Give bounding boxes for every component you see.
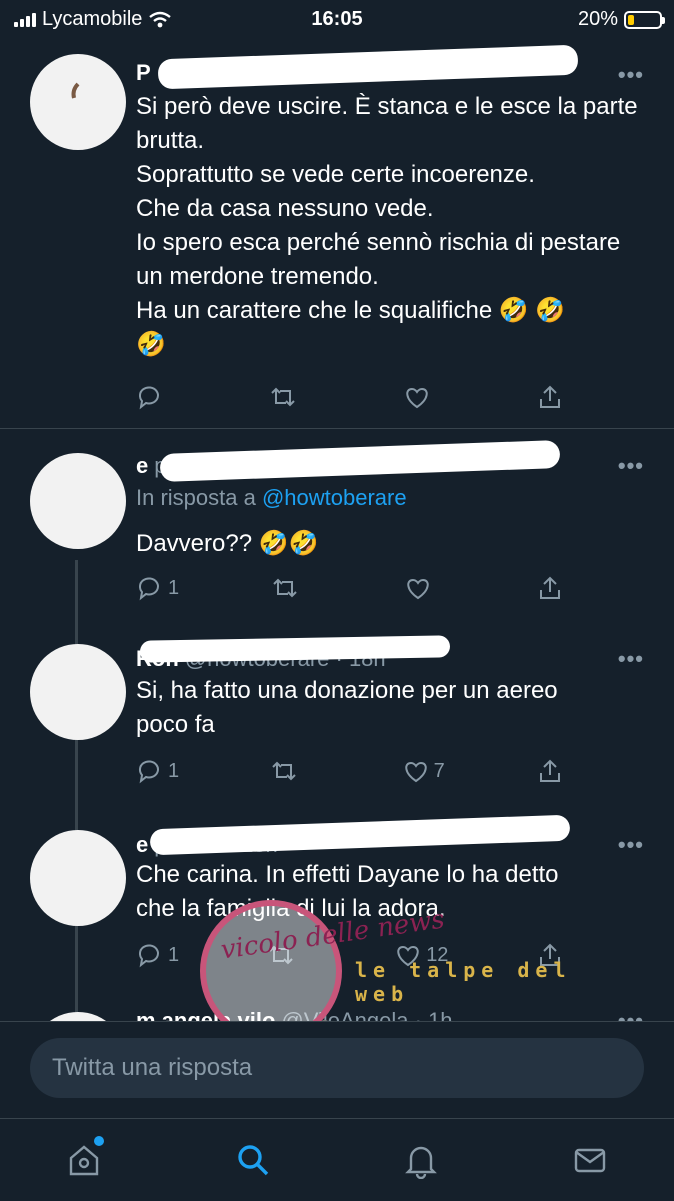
- tab-notifications[interactable]: [391, 1130, 451, 1190]
- redaction-scribble: [157, 44, 579, 90]
- redaction-scribble: [159, 440, 561, 482]
- tweet-2[interactable]: eputa84 ••• In risposta a @howtoberare D…: [0, 429, 674, 629]
- like-button[interactable]: 7: [402, 757, 445, 785]
- like-button[interactable]: [403, 383, 443, 411]
- tweet-text: Si, ha fatto una donazione per un aereo …: [136, 677, 558, 738]
- reply-button[interactable]: 1: [136, 941, 179, 969]
- tab-search[interactable]: [223, 1130, 283, 1190]
- reply-composer: Twitta una risposta: [0, 1021, 674, 1118]
- battery-icon: [624, 10, 665, 29]
- more-options-button[interactable]: •••: [618, 646, 644, 672]
- reply-context: In risposta a @howtoberare: [136, 485, 407, 510]
- battery-status: 20%: [577, 8, 665, 31]
- tweet-actions: 1: [136, 573, 576, 603]
- more-options-button[interactable]: •••: [618, 453, 644, 479]
- avatar[interactable]: [30, 453, 126, 549]
- share-icon: [539, 576, 560, 599]
- share-icon: [539, 385, 560, 408]
- share-button[interactable]: [536, 574, 576, 602]
- tweet-text: Che carina. In effetti Dayane lo ha dett…: [136, 861, 559, 922]
- mail-icon: [574, 1148, 605, 1173]
- bell-icon: [405, 1146, 438, 1179]
- retweet-icon: [272, 761, 297, 781]
- avatar[interactable]: [30, 54, 126, 150]
- like-button[interactable]: 12: [394, 941, 448, 969]
- share-icon: [540, 759, 560, 782]
- like-icon: [397, 945, 419, 967]
- tweet-text: Si però deve uscire. È stanca e le esce …: [136, 93, 638, 358]
- home-icon: [70, 1145, 99, 1176]
- more-options-button[interactable]: •••: [618, 1008, 644, 1022]
- reply-icon: [138, 760, 159, 784]
- tweet-5[interactable]: m angela vilo @ViloAngela · 1h •••: [0, 1002, 674, 1022]
- avatar[interactable]: [30, 644, 126, 740]
- tweet-3[interactable]: Ron@howtoberare · 18h ••• Si, ha fatto u…: [0, 630, 674, 810]
- battery-percent: 20%: [577, 8, 618, 30]
- redaction-scribble: [149, 814, 571, 856]
- tweet-1[interactable]: P ••• Si però deve uscire. È stanca e le…: [0, 40, 674, 428]
- mention-link[interactable]: @howtoberare: [262, 485, 407, 510]
- retweet-button[interactable]: [271, 574, 311, 602]
- reply-icon: [138, 386, 159, 410]
- reply-button[interactable]: 1: [136, 757, 179, 785]
- reply-icon: [138, 944, 159, 968]
- reply-button[interactable]: [136, 383, 176, 411]
- share-button[interactable]: [536, 757, 576, 785]
- tab-home[interactable]: [54, 1130, 114, 1190]
- like-icon: [407, 578, 429, 600]
- author-name[interactable]: m angela vilo @ViloAngela · 1h: [136, 1008, 453, 1022]
- status-bar: Lycamobile 16:05 20%: [0, 0, 674, 38]
- retweet-button[interactable]: [267, 941, 307, 969]
- share-button[interactable]: [536, 941, 576, 969]
- more-options-button[interactable]: •••: [618, 62, 644, 88]
- author-handle: @ViloAngela · 1h: [281, 1008, 453, 1022]
- search-icon: [238, 1145, 268, 1176]
- tab-messages[interactable]: [560, 1130, 620, 1190]
- more-options-button[interactable]: •••: [618, 832, 644, 858]
- retweet-icon: [268, 945, 293, 965]
- tweet-actions: 1 12: [136, 940, 576, 970]
- reply-icon: [138, 577, 159, 601]
- retweet-button[interactable]: [269, 383, 309, 411]
- share-button[interactable]: [536, 383, 576, 411]
- share-icon: [539, 943, 560, 966]
- avatar[interactable]: [30, 830, 126, 926]
- like-button[interactable]: [404, 574, 444, 602]
- tweet-actions: 1 7: [136, 756, 576, 786]
- like-icon: [405, 387, 428, 409]
- redaction-scribble: [139, 635, 451, 663]
- tweet-text: Davvero?? 🤣🤣: [136, 530, 319, 557]
- reply-button[interactable]: 1: [136, 574, 179, 602]
- tab-bar: [0, 1118, 674, 1201]
- author-name[interactable]: P: [136, 60, 151, 86]
- tweet-actions: [136, 382, 576, 412]
- tweet-4[interactable]: eputa84 · 18h ••• Che carina. In effetti…: [0, 812, 674, 1002]
- reply-input[interactable]: Twitta una risposta: [30, 1038, 644, 1098]
- clock: 16:05: [311, 8, 363, 30]
- retweet-icon: [271, 387, 296, 407]
- like-icon: [404, 761, 427, 783]
- retweet-icon: [273, 578, 298, 598]
- retweet-button[interactable]: [270, 757, 310, 785]
